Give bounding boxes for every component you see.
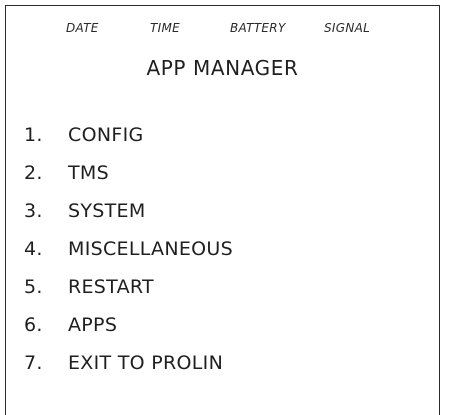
- menu-item-number: 5.: [24, 276, 43, 298]
- menu-item-label: APPS: [68, 314, 118, 336]
- menu-item-number: 6.: [24, 314, 43, 336]
- menu-item-label: SYSTEM: [68, 200, 146, 222]
- menu-item-system[interactable]: 3. SYSTEM: [24, 192, 233, 230]
- menu-item-miscellaneous[interactable]: 4. MISCELLANEOUS: [24, 230, 233, 268]
- screen-title: APP MANAGER: [146, 56, 299, 80]
- app-manager-menu: 1. CONFIG 2. TMS 3. SYSTEM 4. MISCELLANEOUS …: [24, 116, 233, 382]
- status-time: TIME: [150, 21, 181, 35]
- status-signal: SIGNAL: [324, 21, 371, 35]
- status-date: DATE: [66, 21, 99, 35]
- menu-item-exit-to-prolin[interactable]: 7. EXIT TO PROLIN: [24, 344, 233, 382]
- status-bar: DATE TIME BATTERY SIGNAL: [6, 21, 439, 41]
- menu-item-number: 4.: [24, 238, 43, 260]
- menu-item-label: RESTART: [68, 276, 154, 298]
- menu-item-label: MISCELLANEOUS: [68, 238, 233, 260]
- status-battery: BATTERY: [230, 21, 286, 35]
- terminal-screen: DATE TIME BATTERY SIGNAL APP MANAGER 1. C…: [5, 5, 440, 415]
- menu-item-config[interactable]: 1. CONFIG: [24, 116, 233, 154]
- menu-item-number: 2.: [24, 162, 43, 184]
- menu-item-label: CONFIG: [68, 124, 144, 146]
- menu-item-number: 1.: [24, 124, 43, 146]
- menu-item-restart[interactable]: 5. RESTART: [24, 268, 233, 306]
- menu-item-label: EXIT TO PROLIN: [68, 352, 224, 374]
- menu-item-number: 3.: [24, 200, 43, 222]
- menu-item-number: 7.: [24, 352, 43, 374]
- menu-item-tms[interactable]: 2. TMS: [24, 154, 233, 192]
- menu-item-label: TMS: [68, 162, 109, 184]
- menu-item-apps[interactable]: 6. APPS: [24, 306, 233, 344]
